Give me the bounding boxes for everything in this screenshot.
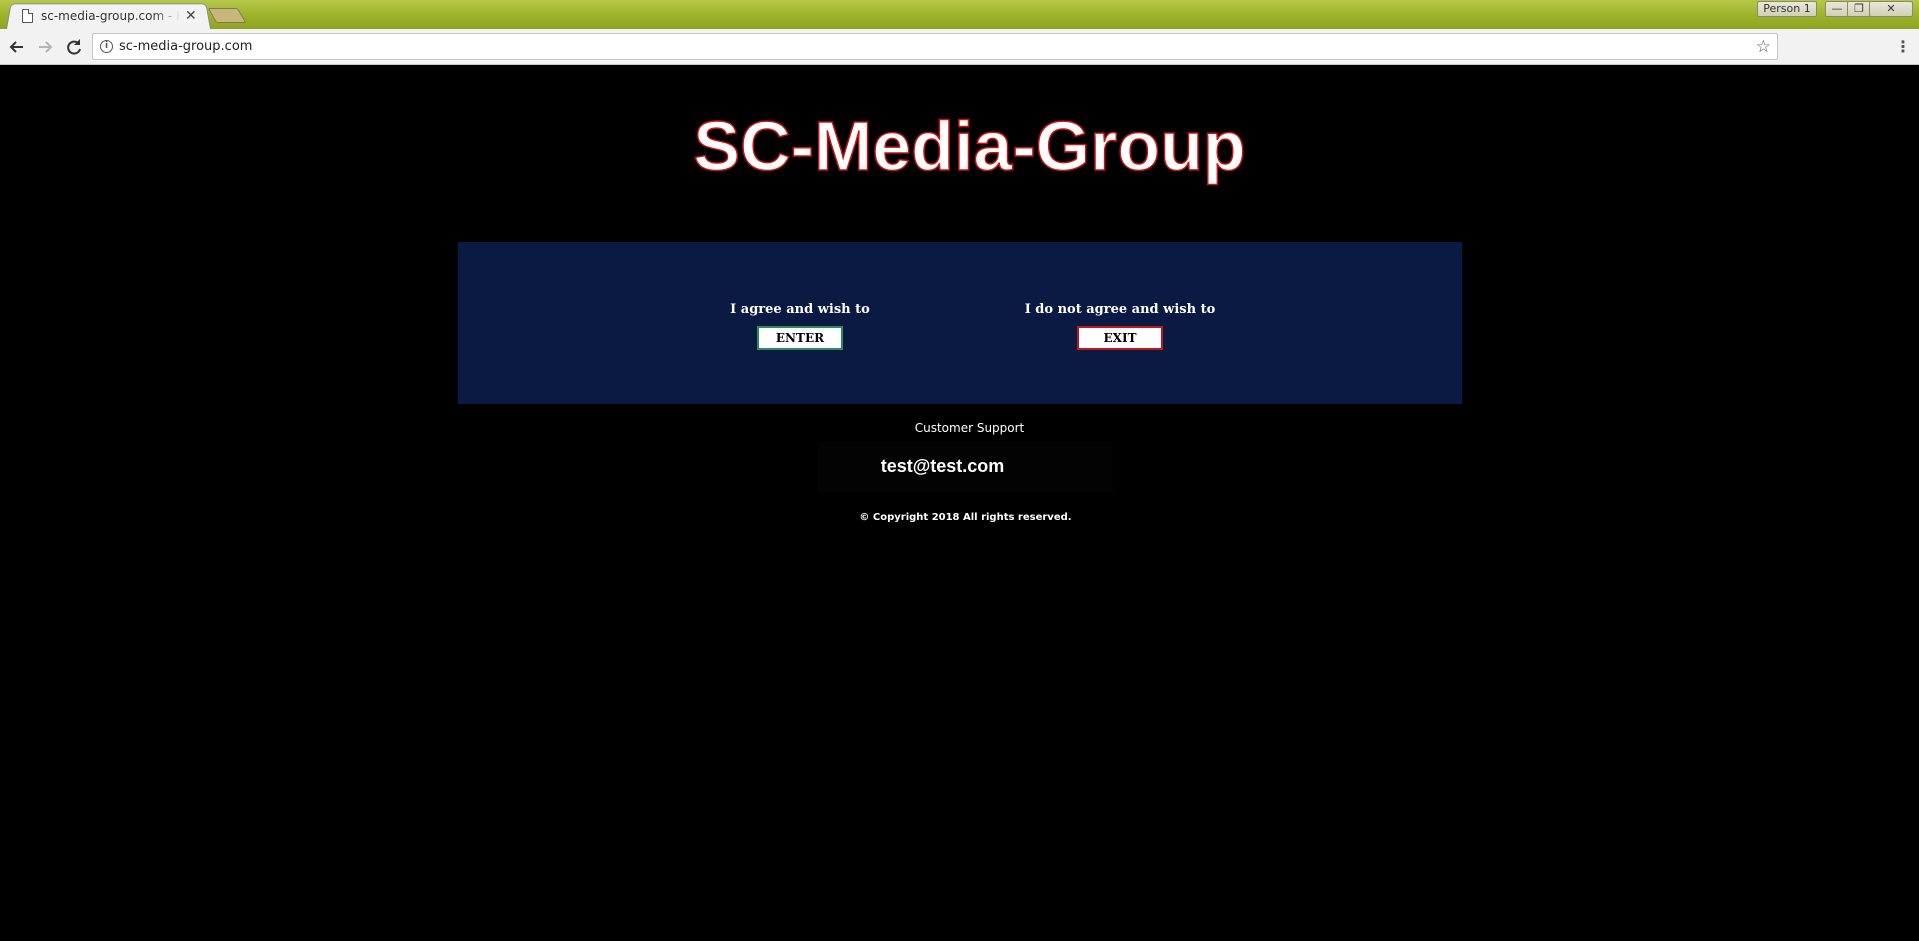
tab-title: sc-media-group.com - H — [41, 9, 181, 23]
browser-toolbar: i sc-media-group.com ☆ ⋮ — [0, 29, 1919, 65]
minimize-button[interactable]: — — [1825, 1, 1849, 17]
exit-button[interactable]: EXIT — [1077, 326, 1163, 350]
browser-tabstrip: sc-media-group.com - H ✕ Person 1 — ❐ ✕ — [0, 0, 1919, 29]
new-tab-button[interactable] — [207, 8, 247, 23]
agree-choice: I agree and wish to ENTER — [670, 302, 930, 350]
copyright-text: © Copyright 2018 All rights reserved. — [859, 512, 1072, 523]
kebab-menu-icon[interactable]: ⋮ — [1895, 36, 1911, 58]
bookmark-star-icon[interactable]: ☆ — [1756, 37, 1771, 57]
forward-arrow-icon[interactable] — [34, 36, 56, 58]
close-window-button[interactable]: ✕ — [1869, 1, 1913, 17]
disagree-label: I do not agree and wish to — [1024, 302, 1216, 317]
site-logo: SC-Media-Group — [693, 106, 1247, 186]
agree-label: I agree and wish to — [730, 302, 870, 317]
tab-close-icon[interactable]: ✕ — [185, 9, 197, 23]
reload-icon[interactable] — [63, 36, 85, 58]
browser-tab-content[interactable]: sc-media-group.com - H ✕ — [16, 4, 206, 28]
enter-button[interactable]: ENTER — [757, 326, 843, 350]
page-favicon-icon — [22, 9, 33, 23]
profile-button[interactable]: Person 1 — [1757, 1, 1817, 17]
disagree-choice: I do not agree and wish to EXIT — [990, 302, 1250, 350]
customer-support-label: Customer Support — [914, 421, 1025, 435]
back-arrow-icon[interactable] — [6, 36, 28, 58]
info-icon[interactable]: i — [100, 40, 113, 53]
url-text[interactable]: sc-media-group.com — [119, 39, 252, 54]
page-content: SC-Media-Group I agree and wish to ENTER… — [0, 66, 1919, 941]
support-email[interactable]: test@test.com — [881, 456, 1005, 476]
address-bar[interactable]: i sc-media-group.com ☆ — [92, 33, 1778, 60]
age-gate-panel: I agree and wish to ENTER I do not agree… — [458, 242, 1462, 404]
support-email-box: test@test.com — [818, 442, 1113, 492]
restore-button[interactable]: ❐ — [1847, 1, 1871, 17]
